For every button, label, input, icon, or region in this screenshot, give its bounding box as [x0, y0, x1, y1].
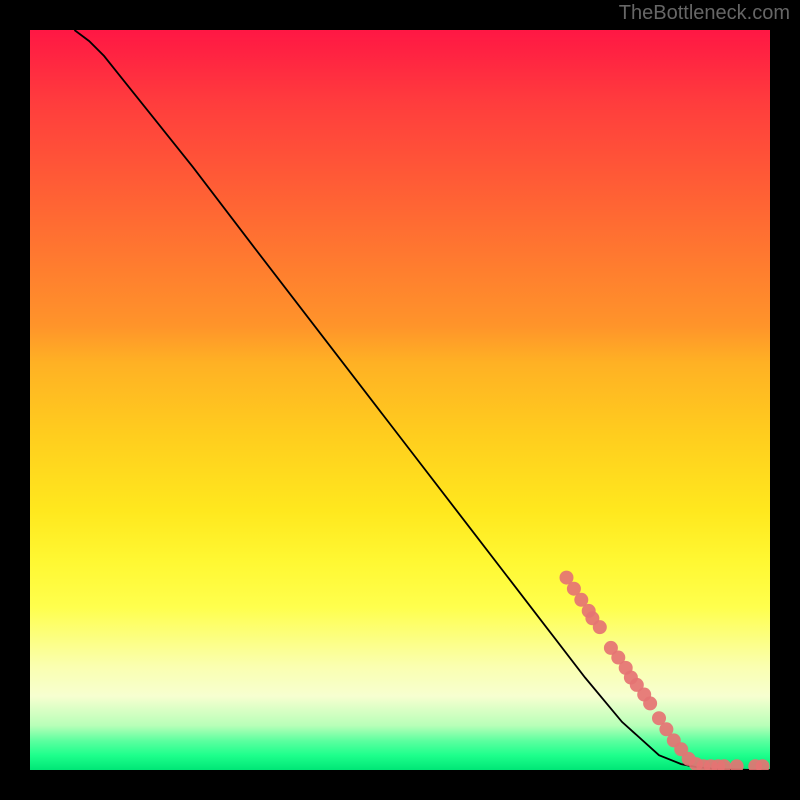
watermark-text: TheBottleneck.com	[619, 2, 790, 25]
plot-area	[30, 30, 770, 770]
bottleneck-curve	[74, 30, 770, 770]
data-points-group	[560, 571, 770, 770]
data-point	[643, 696, 657, 710]
data-point	[730, 759, 744, 770]
data-point	[593, 620, 607, 634]
chart-overlay	[30, 30, 770, 770]
